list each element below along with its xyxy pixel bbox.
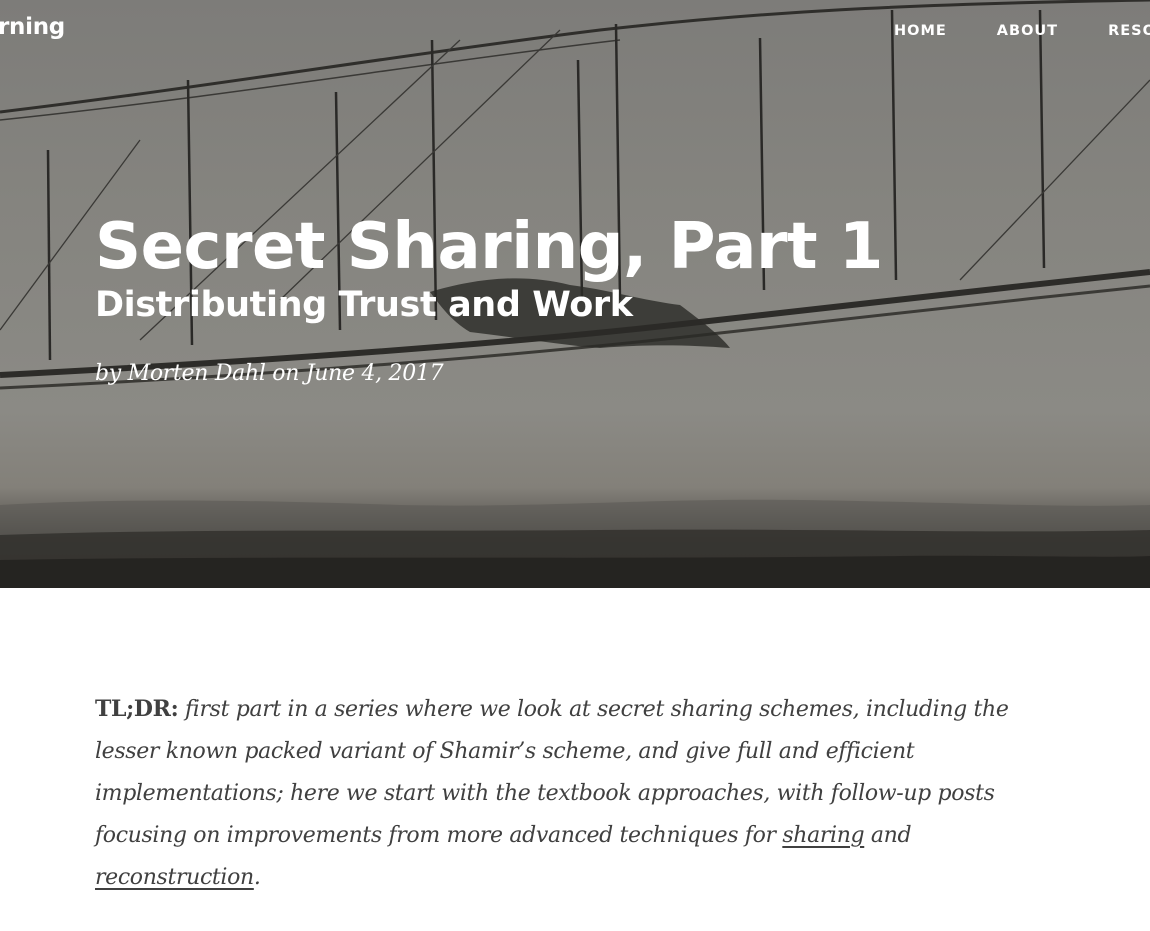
tldr-text-middle: and (864, 823, 912, 848)
hero-header: rning HOME ABOUT RESO Secret Sharing, Pa… (0, 0, 1150, 588)
reconstruction-link[interactable]: reconstruction (95, 865, 254, 890)
post-title: Secret Sharing, Part 1 (95, 210, 883, 284)
tldr-text-end: . (253, 865, 261, 890)
nav-link-about[interactable]: ABOUT (997, 23, 1058, 39)
tldr-paragraph: TL;DR: first part in a series where we l… (95, 688, 1055, 899)
nav-link-home[interactable]: HOME (894, 23, 947, 39)
site-brand-link[interactable]: rning (0, 14, 65, 40)
nav-link-resources[interactable]: RESO (1108, 23, 1150, 39)
tldr-label: TL;DR: (95, 696, 179, 722)
top-nav: HOME ABOUT RESO (894, 23, 1150, 39)
post-meta: by Morten Dahl on June 4, 2017 (95, 361, 444, 386)
sharing-link[interactable]: sharing (782, 823, 864, 848)
post-subtitle: Distributing Trust and Work (95, 285, 633, 325)
article-body: TL;DR: first part in a series where we l… (95, 688, 1055, 899)
post-heading: Secret Sharing, Part 1 Distributing Trus… (95, 205, 883, 386)
